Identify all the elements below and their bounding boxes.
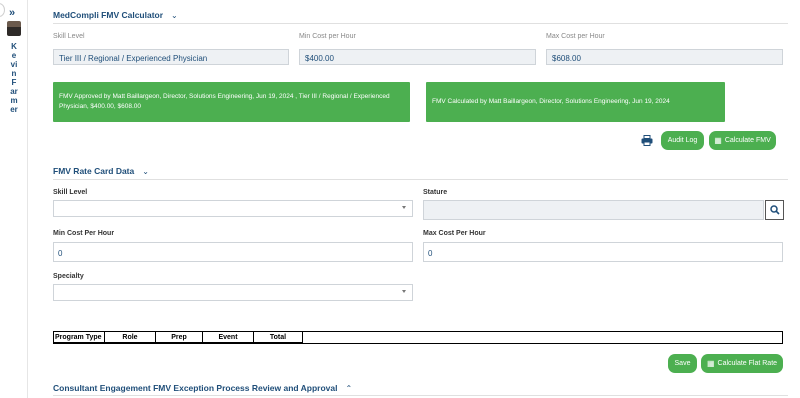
fmv-approved-banner: FMV Approved by Matt Baillargeon, Direct…	[53, 82, 410, 122]
max-cost-field: $608.00	[546, 49, 783, 65]
min-cost-input[interactable]: 0	[53, 242, 413, 262]
calculator-title-text: MedCompli FMV Calculator	[53, 10, 164, 20]
skill-level-label: Skill Level	[53, 33, 85, 40]
table-header-total: Total	[253, 331, 303, 343]
min-cost-field: $400.00	[299, 49, 536, 65]
chevron-down-icon[interactable]: ⌄	[171, 11, 178, 20]
stature-label: Stature	[423, 189, 448, 196]
expand-sidebar-icon[interactable]: »	[9, 7, 15, 19]
max-cost-input[interactable]: 0	[423, 242, 783, 262]
search-icon	[769, 205, 780, 215]
chevron-down-icon	[402, 206, 406, 209]
save-button[interactable]: Save	[668, 354, 697, 373]
calculator-section-title[interactable]: MedCompli FMV Calculator ⌄	[53, 10, 178, 20]
skill-level-select[interactable]	[53, 200, 413, 217]
rate-card-section-title[interactable]: FMV Rate Card Data ⌄	[53, 166, 149, 176]
divider	[53, 395, 788, 396]
program-type-table: Program Type Role Prep Event Total	[53, 331, 303, 343]
save-label: Save	[674, 360, 691, 367]
divider	[53, 23, 788, 24]
stature-input[interactable]	[423, 200, 764, 220]
rate-min-cost-label: Min Cost Per Hour	[53, 230, 115, 237]
max-cost-label: Max Cost per Hour	[546, 33, 605, 40]
fmv-calculated-banner: FMV Calculated by Matt Baillargeon, Dire…	[426, 82, 725, 122]
rate-skill-level-label: Skill Level	[53, 189, 88, 196]
calculate-fmv-button[interactable]: ▦ Calculate FMV	[709, 131, 776, 150]
stature-search-button[interactable]	[765, 200, 784, 220]
print-icon[interactable]	[641, 135, 653, 146]
audit-log-button[interactable]: Audit Log	[661, 131, 704, 150]
calculate-fmv-label: Calculate FMV	[724, 137, 771, 144]
calculate-flat-rate-label: Calculate Flat Rate	[717, 360, 778, 367]
table-header-program-type: Program Type	[53, 331, 105, 343]
chevron-down-icon	[402, 290, 406, 293]
divider	[53, 179, 788, 180]
table-header-role: Role	[104, 331, 156, 343]
chevron-up-icon[interactable]: ⌃	[346, 384, 353, 393]
exception-section-title[interactable]: Consultant Engagement FMV Exception Proc…	[53, 383, 352, 393]
min-cost-label: Min Cost per Hour	[299, 33, 356, 40]
chevron-down-icon[interactable]: ⌄	[142, 167, 149, 176]
specialty-label: Specialty	[53, 273, 84, 280]
sidebar-toggle-circle[interactable]	[0, 3, 5, 17]
table-header-event: Event	[202, 331, 254, 343]
user-name: Kevin Farmer	[10, 42, 18, 114]
table-header-row: Program Type Role Prep Event Total	[53, 331, 303, 343]
exception-title-text: Consultant Engagement FMV Exception Proc…	[53, 383, 338, 393]
table-header-prep: Prep	[155, 331, 203, 343]
calculator-icon: ▦	[714, 136, 722, 145]
fmv-calculated-text: FMV Calculated by Matt Baillargeon, Dire…	[432, 98, 670, 105]
main-content: MedCompli FMV Calculator ⌄ Skill Level Mi…	[28, 0, 800, 398]
rate-card-title-text: FMV Rate Card Data	[53, 166, 135, 176]
fmv-approved-text: FMV Approved by Matt Baillargeon, Direct…	[59, 93, 390, 110]
audit-log-label: Audit Log	[667, 137, 698, 144]
specialty-select[interactable]	[53, 284, 413, 301]
avatar[interactable]	[7, 21, 21, 36]
calculate-flat-rate-button[interactable]: ▦ Calculate Flat Rate	[701, 354, 783, 373]
rate-max-cost-label: Max Cost Per Hour	[423, 230, 486, 237]
sidebar: » Kevin Farmer	[0, 0, 28, 398]
skill-level-field: Tier III / Regional / Experienced Physic…	[53, 49, 289, 65]
calculator-icon: ▦	[706, 359, 715, 368]
